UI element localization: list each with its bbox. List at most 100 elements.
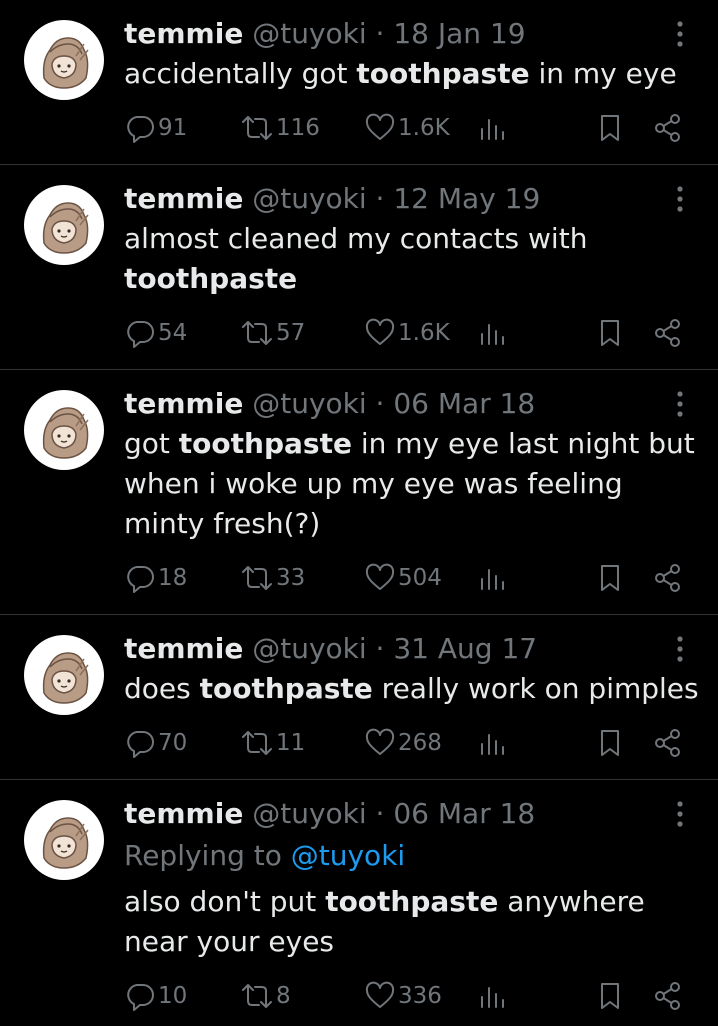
like-count: 504	[398, 565, 442, 591]
more-dots-icon	[677, 186, 683, 212]
bookmark-button[interactable]	[594, 560, 626, 596]
reply-icon	[127, 321, 154, 348]
separator: ·	[366, 632, 394, 665]
tweet-text: also don't put toothpaste anywhere near …	[124, 882, 704, 962]
retweet-button[interactable]: 8	[240, 978, 291, 1014]
reply-icon	[127, 731, 154, 758]
share-button[interactable]	[652, 315, 684, 351]
more-options-button[interactable]	[668, 181, 692, 217]
avatar[interactable]	[24, 800, 104, 880]
like-button[interactable]: 1.6K	[364, 315, 450, 351]
avatar[interactable]	[24, 185, 104, 265]
handle[interactable]: @tuyoki	[252, 387, 366, 420]
views-button[interactable]	[476, 978, 508, 1014]
text-segment: accidentally got	[124, 57, 357, 90]
text-segment: also don't put	[124, 885, 326, 918]
mention-link[interactable]: @tuyoki	[291, 839, 405, 872]
share-button[interactable]	[652, 725, 684, 761]
handle[interactable]: @tuyoki	[252, 632, 366, 665]
reply-count: 91	[158, 115, 188, 141]
tweet[interactable]: temmie @tuyoki · 18 Jan 19 accidentally …	[0, 0, 718, 165]
share-button[interactable]	[652, 560, 684, 596]
bookmark-icon	[601, 983, 619, 1009]
more-options-button[interactable]	[668, 796, 692, 832]
retweet-button[interactable]: 33	[240, 560, 305, 596]
reply-button[interactable]: 70	[124, 725, 187, 761]
reply-count: 18	[158, 565, 188, 591]
action-bar: 54 57 1.6K	[124, 315, 694, 351]
display-name[interactable]: temmie	[124, 387, 243, 420]
like-button[interactable]: 268	[364, 725, 442, 761]
reply-button[interactable]: 91	[124, 110, 187, 146]
views-button[interactable]	[476, 315, 508, 351]
avatar-image	[42, 817, 89, 869]
retweet-count: 33	[276, 565, 306, 591]
highlighted-term: toothpaste	[356, 57, 530, 90]
bookmark-button[interactable]	[594, 315, 626, 351]
retweet-icon	[242, 731, 272, 755]
reply-button[interactable]: 18	[124, 560, 187, 596]
action-bar: 70 11 268	[124, 725, 694, 761]
views-button[interactable]	[476, 110, 508, 146]
action-bar: 18 33 504	[124, 560, 694, 596]
tweet-date[interactable]: 06 Mar 18	[393, 797, 535, 830]
display-name[interactable]: temmie	[124, 797, 243, 830]
views-chart-icon	[481, 569, 504, 590]
bookmark-button[interactable]	[594, 110, 626, 146]
tweet[interactable]: temmie @tuyoki · 31 Aug 17 does toothpas…	[0, 615, 718, 780]
more-dots-icon	[677, 21, 683, 47]
avatar[interactable]	[24, 20, 104, 100]
more-options-button[interactable]	[668, 16, 692, 52]
retweet-icon	[242, 116, 272, 140]
bookmark-icon	[601, 730, 619, 756]
highlighted-term: toothpaste	[124, 262, 298, 295]
reply-count: 10	[158, 983, 188, 1009]
like-count: 1.6K	[398, 320, 450, 346]
tweet-date[interactable]: 18 Jan 19	[393, 17, 525, 50]
reply-button[interactable]: 54	[124, 315, 187, 351]
tweet[interactable]: temmie @tuyoki · 06 Mar 18 got toothpast…	[0, 370, 718, 615]
more-options-button[interactable]	[668, 631, 692, 667]
retweet-button[interactable]: 11	[240, 725, 305, 761]
display-name[interactable]: temmie	[124, 17, 243, 50]
retweet-icon	[242, 566, 272, 590]
views-button[interactable]	[476, 725, 508, 761]
tweet-date[interactable]: 31 Aug 17	[393, 632, 537, 665]
tweet[interactable]: temmie @tuyoki · 06 Mar 18 Replying to @…	[0, 780, 718, 1026]
more-dots-icon	[677, 801, 683, 827]
like-count: 1.6K	[398, 115, 450, 141]
share-button[interactable]	[652, 110, 684, 146]
views-chart-icon	[481, 987, 504, 1008]
avatar[interactable]	[24, 635, 104, 715]
retweet-icon	[242, 984, 272, 1008]
display-name[interactable]: temmie	[124, 182, 243, 215]
views-chart-icon	[481, 324, 504, 345]
like-button[interactable]: 1.6K	[364, 110, 450, 146]
views-button[interactable]	[476, 560, 508, 596]
handle[interactable]: @tuyoki	[252, 797, 366, 830]
bookmark-button[interactable]	[594, 978, 626, 1014]
share-icon	[655, 982, 680, 1010]
tweet-date[interactable]: 06 Mar 18	[393, 387, 535, 420]
tweet-date[interactable]: 12 May 19	[393, 182, 540, 215]
retweet-button[interactable]: 57	[240, 315, 305, 351]
heart-icon	[365, 318, 395, 345]
avatar-image	[42, 652, 89, 704]
like-button[interactable]: 336	[364, 978, 442, 1014]
display-name[interactable]: temmie	[124, 632, 243, 665]
handle[interactable]: @tuyoki	[252, 17, 366, 50]
handle[interactable]: @tuyoki	[252, 182, 366, 215]
share-button[interactable]	[652, 978, 684, 1014]
more-options-button[interactable]	[668, 386, 692, 422]
tweet-header: temmie @tuyoki · 06 Mar 18	[124, 386, 535, 422]
retweet-button[interactable]: 116	[240, 110, 320, 146]
avatar-image	[42, 37, 89, 89]
tweet[interactable]: temmie @tuyoki · 12 May 19 almost cleane…	[0, 165, 718, 370]
bookmark-button[interactable]	[594, 725, 626, 761]
retweet-count: 116	[276, 115, 320, 141]
share-icon	[655, 729, 680, 757]
reply-button[interactable]: 10	[124, 978, 187, 1014]
tweet-header: temmie @tuyoki · 06 Mar 18	[124, 796, 535, 832]
like-button[interactable]: 504	[364, 560, 442, 596]
avatar[interactable]	[24, 390, 104, 470]
